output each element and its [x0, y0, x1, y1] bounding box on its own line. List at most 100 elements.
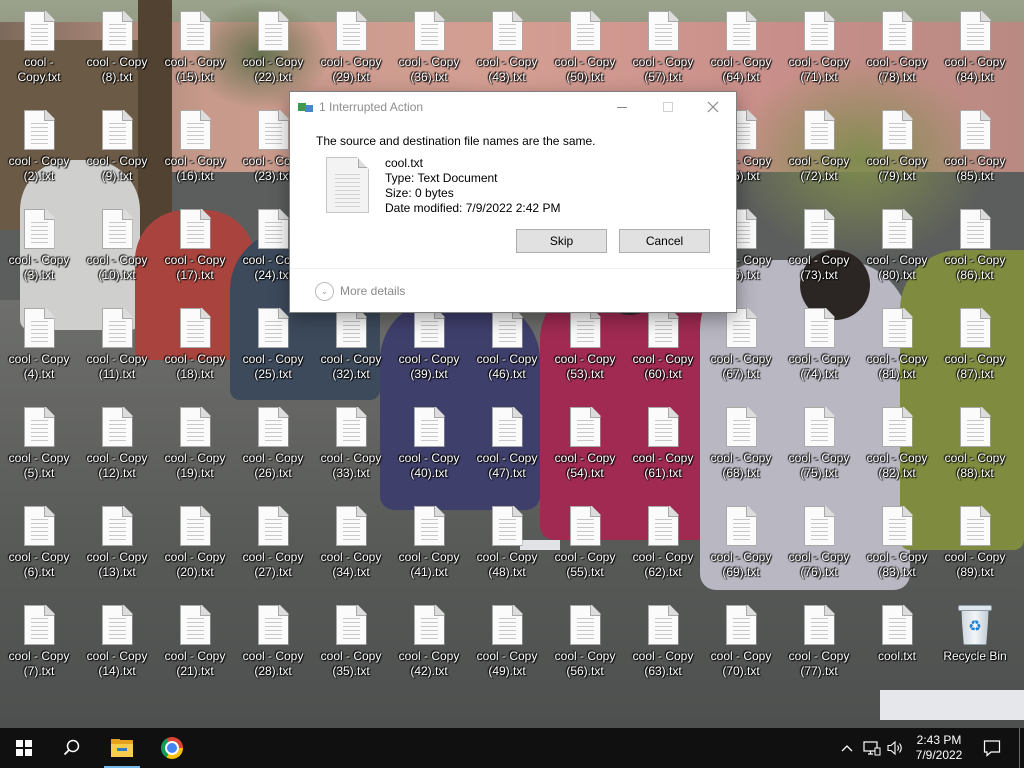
desktop-file-icon[interactable]: cool - Copy (14).txt [78, 594, 156, 690]
desktop-file-icon[interactable]: cool - Copy (87).txt [936, 297, 1014, 393]
desktop-file-icon[interactable]: cool - Copy (26).txt [234, 396, 312, 492]
desktop-file-icon[interactable]: cool - Copy (49).txt [468, 594, 546, 690]
desktop-file-icon[interactable]: cool - Copy (47).txt [468, 396, 546, 492]
desktop-file-icon[interactable]: cool - Copy (2).txt [0, 99, 78, 195]
desktop-file-icon[interactable]: cool - Copy (69).txt [702, 495, 780, 591]
text-file-icon [335, 308, 367, 348]
desktop-icon-label: cool - Copy (79).txt [866, 154, 928, 183]
text-file-icon [413, 506, 445, 546]
desktop-file-icon[interactable]: cool - Copy (10).txt [78, 198, 156, 294]
text-file-icon [179, 605, 211, 645]
desktop-file-icon[interactable]: cool - Copy (68).txt [702, 396, 780, 492]
desktop-file-icon[interactable]: cool - Copy (29).txt [312, 0, 390, 96]
desktop-file-icon[interactable]: cool - Copy (84).txt [936, 0, 1014, 96]
desktop-icon-recycle-bin[interactable]: ♻ Recycle Bin [936, 594, 1014, 690]
desktop-file-icon[interactable]: cool - Copy (88).txt [936, 396, 1014, 492]
desktop-file-icon[interactable]: cool - Copy (27).txt [234, 495, 312, 591]
desktop-file-icon[interactable]: cool - Copy (70).txt [702, 594, 780, 690]
desktop-file-icon[interactable]: cool - Copy (63).txt [624, 594, 702, 690]
desktop-file-icon[interactable]: cool - Copy (57).txt [624, 0, 702, 96]
desktop-file-icon[interactable]: cool - Copy (42).txt [390, 594, 468, 690]
text-file-icon [881, 308, 913, 348]
desktop-file-icon[interactable]: cool - Copy (17).txt [156, 198, 234, 294]
desktop-file-icon[interactable]: cool - Copy (22).txt [234, 0, 312, 96]
desktop-file-icon[interactable]: cool - Copy (13).txt [78, 495, 156, 591]
desktop-file-icon[interactable]: cool - Copy (48).txt [468, 495, 546, 591]
desktop-file-icon[interactable]: cool - Copy (8).txt [78, 0, 156, 96]
cancel-button[interactable]: Cancel [619, 229, 710, 253]
dialog-title-bar[interactable]: 1 Interrupted Action [290, 92, 736, 122]
desktop-file-icon[interactable]: cool - Copy (76).txt [780, 495, 858, 591]
desktop-file-icon[interactable]: cool.txt [858, 594, 936, 690]
desktop-file-icon[interactable]: cool - Copy (71).txt [780, 0, 858, 96]
desktop-file-icon[interactable]: cool - Copy (6).txt [0, 495, 78, 591]
desktop-file-icon[interactable]: cool - Copy (54).txt [546, 396, 624, 492]
desktop-file-icon[interactable]: cool - Copy (36).txt [390, 0, 468, 96]
show-desktop-button[interactable] [1019, 728, 1020, 768]
desktop-file-icon[interactable]: cool - Copy (80).txt [858, 198, 936, 294]
taskbar-chrome[interactable] [148, 728, 196, 768]
search-icon [63, 739, 80, 756]
desktop-icon-label: cool - Copy (4).txt [8, 352, 70, 381]
desktop-file-icon[interactable]: cool - Copy (12).txt [78, 396, 156, 492]
text-file-icon [647, 605, 679, 645]
desktop-file-icon[interactable]: cool - Copy (83).txt [858, 495, 936, 591]
desktop-file-icon[interactable]: cool - Copy (5).txt [0, 396, 78, 492]
desktop-file-icon[interactable]: cool - Copy (89).txt [936, 495, 1014, 591]
desktop-file-icon[interactable]: cool - Copy (82).txt [858, 396, 936, 492]
desktop-file-icon[interactable]: cool - Copy (75).txt [780, 396, 858, 492]
desktop-file-icon[interactable]: cool - Copy (61).txt [624, 396, 702, 492]
skip-button[interactable]: Skip [516, 229, 607, 253]
desktop-file-icon[interactable]: cool - Copy (18).txt [156, 297, 234, 393]
desktop-file-icon[interactable]: cool - Copy (50).txt [546, 0, 624, 96]
desktop-file-icon[interactable]: cool - Copy (21).txt [156, 594, 234, 690]
desktop-icon-label: cool - Copy (81).txt [866, 352, 928, 381]
desktop-icon-label: cool - Copy (20).txt [164, 550, 226, 579]
desktop-file-icon[interactable]: cool - Copy.txt [0, 0, 78, 96]
desktop-file-icon[interactable]: cool - Copy (56).txt [546, 594, 624, 690]
desktop-file-icon[interactable]: cool - Copy (19).txt [156, 396, 234, 492]
action-center-button[interactable] [978, 728, 1006, 768]
desktop-file-icon[interactable]: cool - Copy (77).txt [780, 594, 858, 690]
desktop-file-icon[interactable]: cool - Copy (4).txt [0, 297, 78, 393]
desktop-file-icon[interactable]: cool - Copy (79).txt [858, 99, 936, 195]
desktop-file-icon[interactable]: cool - Copy (64).txt [702, 0, 780, 96]
file-type: Type: Text Document [385, 171, 498, 185]
taskbar-file-explorer[interactable] [98, 728, 146, 768]
volume-button[interactable] [884, 728, 908, 768]
close-button[interactable] [690, 92, 736, 122]
start-button[interactable] [0, 728, 48, 768]
desktop-file-icon[interactable]: cool - Copy (55).txt [546, 495, 624, 591]
desktop-file-icon[interactable]: cool - Copy (86).txt [936, 198, 1014, 294]
minimize-button[interactable] [599, 92, 645, 122]
desktop-file-icon[interactable]: cool - Copy (73).txt [780, 198, 858, 294]
desktop-file-icon[interactable]: cool - Copy (78).txt [858, 0, 936, 96]
desktop-file-icon[interactable]: cool - Copy (81).txt [858, 297, 936, 393]
desktop-file-icon[interactable]: cool - Copy (74).txt [780, 297, 858, 393]
desktop-file-icon[interactable]: cool - Copy (85).txt [936, 99, 1014, 195]
search-button[interactable] [48, 728, 96, 768]
desktop-file-icon[interactable]: cool - Copy (11).txt [78, 297, 156, 393]
desktop-icon-label: cool - Copy (88).txt [944, 451, 1006, 480]
desktop-file-icon[interactable]: cool - Copy (28).txt [234, 594, 312, 690]
desktop-file-icon[interactable]: cool - Copy (9).txt [78, 99, 156, 195]
text-file-icon [257, 209, 289, 249]
desktop-file-icon[interactable]: cool - Copy (40).txt [390, 396, 468, 492]
desktop-file-icon[interactable]: cool - Copy (33).txt [312, 396, 390, 492]
desktop-file-icon[interactable]: cool - Copy (62).txt [624, 495, 702, 591]
text-file-icon [179, 11, 211, 51]
more-details-toggle[interactable]: ⌄ More details [315, 280, 405, 302]
desktop-file-icon[interactable]: cool - Copy (41).txt [390, 495, 468, 591]
taskbar-clock[interactable]: 2:43 PM 7/9/2022 [910, 728, 968, 768]
desktop-file-icon[interactable]: cool - Copy (7).txt [0, 594, 78, 690]
desktop-file-icon[interactable]: cool - Copy (20).txt [156, 495, 234, 591]
desktop-file-icon[interactable]: cool - Copy (43).txt [468, 0, 546, 96]
desktop-file-icon[interactable]: cool - Copy (34).txt [312, 495, 390, 591]
desktop-file-icon[interactable]: cool - Copy (15).txt [156, 0, 234, 96]
desktop-file-icon[interactable]: cool - Copy (72).txt [780, 99, 858, 195]
network-button[interactable] [860, 728, 884, 768]
show-hidden-icons-button[interactable] [836, 728, 858, 768]
desktop-file-icon[interactable]: cool - Copy (16).txt [156, 99, 234, 195]
desktop-file-icon[interactable]: cool - Copy (35).txt [312, 594, 390, 690]
desktop-file-icon[interactable]: cool - Copy (3).txt [0, 198, 78, 294]
